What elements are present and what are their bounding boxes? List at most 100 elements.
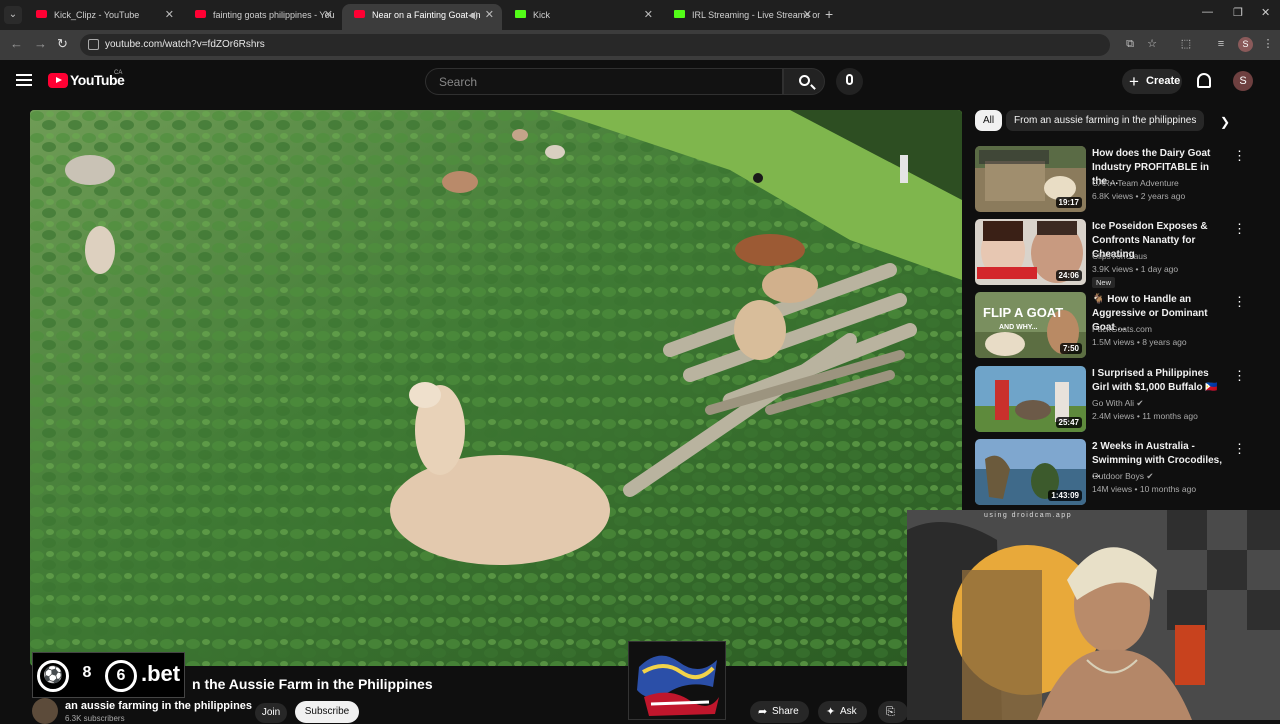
minimize-icon[interactable]: — [1202,6,1213,18]
chip-from-channel[interactable]: From an aussie farming in the philippine… [1006,110,1205,131]
video-duration: 19:17 [1055,197,1082,208]
recommendation-item[interactable]: 1:43:09 2 Weeks in Australia - Swimming … [975,439,1265,509]
sponsor-suffix: .bet [141,661,181,686]
browser-tab-active[interactable]: Near on a Fainting Goat on ◀) ✕ [342,4,502,30]
recommendation-meta: 6.8K views • 2 years ago [1092,191,1186,201]
browser-menu-icon[interactable]: ⋮ [1262,38,1274,50]
recommendation-title[interactable]: I Surprised a Philippines Girl with $1,0… [1092,367,1226,395]
video-duration: 24:06 [1055,270,1082,281]
recommendation-meta: 14M views • 10 months ago [1092,484,1197,494]
address-bar[interactable]: youtube.com/watch?v=fdZOr6Rshrs [80,34,1110,56]
thumbnail-flip-a-goat-text: FLIP A GOAT [983,305,1063,320]
video-duration: 25:47 [1055,417,1082,428]
recommendation-channel[interactable]: CARA Team Adventure [1092,178,1179,188]
new-badge: New [1092,277,1116,288]
video-thumbnail[interactable]: FLIP A GOAT AND WHY... 7:50 [975,292,1086,358]
recommendation-channel[interactable]: Outdoor Boys ✔ [1092,471,1153,482]
bookmark-star-icon[interactable]: ☆ [1146,38,1158,50]
close-tab-icon[interactable]: ✕ [644,4,653,26]
more-options-icon[interactable]: ⋮ [1233,294,1246,310]
thumbnail-and-why-text: AND WHY... [999,324,1038,331]
install-app-icon[interactable]: ⧉ [1124,38,1136,50]
url-text[interactable]: youtube.com/watch?v=fdZOr6Rshrs [105,39,265,50]
tab-title: Kick_Clipz - YouTube [54,10,140,20]
create-label: Create [1146,75,1181,87]
create-button[interactable]: + Create [1122,69,1182,94]
streamer-webcam-overlay [907,510,1280,720]
recommendation-item[interactable]: 19:17 How does the Dairy Goat Industry P… [975,146,1265,216]
browser-tab[interactable]: Kick_Clipz - YouTube ✕ [24,4,182,30]
extensions-icon[interactable]: ⬚ [1180,38,1192,50]
chip-all[interactable]: All [975,110,1003,131]
browser-tab-strip: ⌄ Kick_Clipz - YouTube ✕ fainting goats … [0,0,1280,30]
browser-profile-avatar[interactable]: S [1238,37,1253,52]
recommendation-channel[interactable]: ClipsVonClaus [1092,251,1147,261]
menu-icon[interactable] [16,74,32,86]
recommendation-item[interactable]: 25:47 I Surprised a Philippines Girl wit… [975,366,1265,436]
video-duration: 1:43:09 [1048,490,1082,501]
youtube-favicon-icon [354,10,365,18]
kick-favicon-icon [515,10,526,18]
speaker-icon[interactable]: ◀) [468,4,478,26]
recommendation-meta: 3.9K views • 1 day ago [1092,264,1179,274]
join-button[interactable]: Join [255,703,287,723]
sponsor-digit: 6 [105,660,137,692]
webcam-caption: using droidcam.app [984,512,1073,519]
sponsor-logo: ⚽ 8 6 .bet [32,652,185,698]
more-options-icon[interactable]: ⋮ [1233,368,1246,384]
chevron-right-icon[interactable]: ❯ [1220,115,1230,129]
search-input[interactable] [426,69,782,94]
recommendation-channel[interactable]: Go With Ali ✔ [1092,398,1144,409]
sponsor-digit: 8 [82,664,92,681]
more-options-icon[interactable]: ⋮ [1233,221,1246,237]
browser-toolbar: ← → ↻ youtube.com/watch?v=fdZOr6Rshrs ⧉ … [0,30,1280,60]
recommendation-meta: 1.5M views • 8 years ago [1092,337,1187,347]
site-info-icon[interactable] [88,39,99,50]
video-title: n the Aussie Farm in the Philippines [192,676,433,692]
close-tab-icon[interactable]: ✕ [803,4,812,26]
new-tab-icon[interactable]: + [825,6,833,22]
youtube-logo-icon[interactable] [48,73,68,88]
channel-avatar[interactable] [32,698,58,724]
close-tab-icon[interactable]: ✕ [165,4,174,26]
maximize-icon[interactable]: ❐ [1233,6,1243,19]
youtube-header: YouTube CA + Create S [0,60,1280,104]
back-icon[interactable]: ← [10,36,23,51]
graffiti-sticker-image [628,641,726,720]
voice-search-button[interactable] [836,68,863,95]
tab-title: Kick [533,10,551,20]
video-thumbnail[interactable]: 19:17 [975,146,1086,212]
tab-title: Near on a Fainting Goat on [372,10,481,20]
more-options-icon[interactable]: ⋮ [1233,441,1246,457]
subscriber-count: 6.3K subscribers [65,714,125,723]
recommendation-item[interactable]: 24:06 Ice Poseidon Exposes & Confronts N… [975,219,1265,289]
browser-tab[interactable]: IRL Streaming - Live Streams on ✕ [662,4,820,30]
video-thumbnail[interactable]: 1:43:09 [975,439,1086,505]
search-box[interactable] [425,68,783,95]
notifications-bell-icon[interactable] [1197,73,1211,88]
close-tab-icon[interactable]: ✕ [485,4,494,26]
search-icon [799,75,810,86]
forward-icon[interactable]: → [34,36,47,51]
search-button[interactable] [783,68,825,95]
close-window-icon[interactable]: ✕ [1261,6,1270,19]
close-tab-icon[interactable]: ✕ [324,4,333,26]
browser-tab[interactable]: Kick ✕ [503,4,661,30]
browser-tab[interactable]: fainting goats philippines - You ✕ [183,4,341,30]
media-controls-icon[interactable]: ≡ [1215,38,1227,50]
video-player[interactable] [30,110,962,666]
tab-title: IRL Streaming - Live Streams on [692,10,820,20]
recommendation-item[interactable]: FLIP A GOAT AND WHY... 7:50 🐐 How to Han… [975,292,1265,362]
youtube-favicon-icon [195,10,206,18]
ask-label: Ask [840,706,857,717]
kick-favicon-icon [674,10,685,18]
recommendation-channel[interactable]: PackGoats.com [1092,324,1152,334]
account-avatar[interactable]: S [1233,71,1253,91]
reload-icon[interactable]: ↻ [57,36,68,52]
tab-search-button[interactable]: ⌄ [4,6,22,24]
microphone-icon [846,74,853,85]
video-thumbnail[interactable]: 24:06 [975,219,1086,285]
more-options-icon[interactable]: ⋮ [1233,148,1246,164]
channel-name[interactable]: an aussie farming in the philippines [65,700,252,712]
video-thumbnail[interactable]: 25:47 [975,366,1086,432]
